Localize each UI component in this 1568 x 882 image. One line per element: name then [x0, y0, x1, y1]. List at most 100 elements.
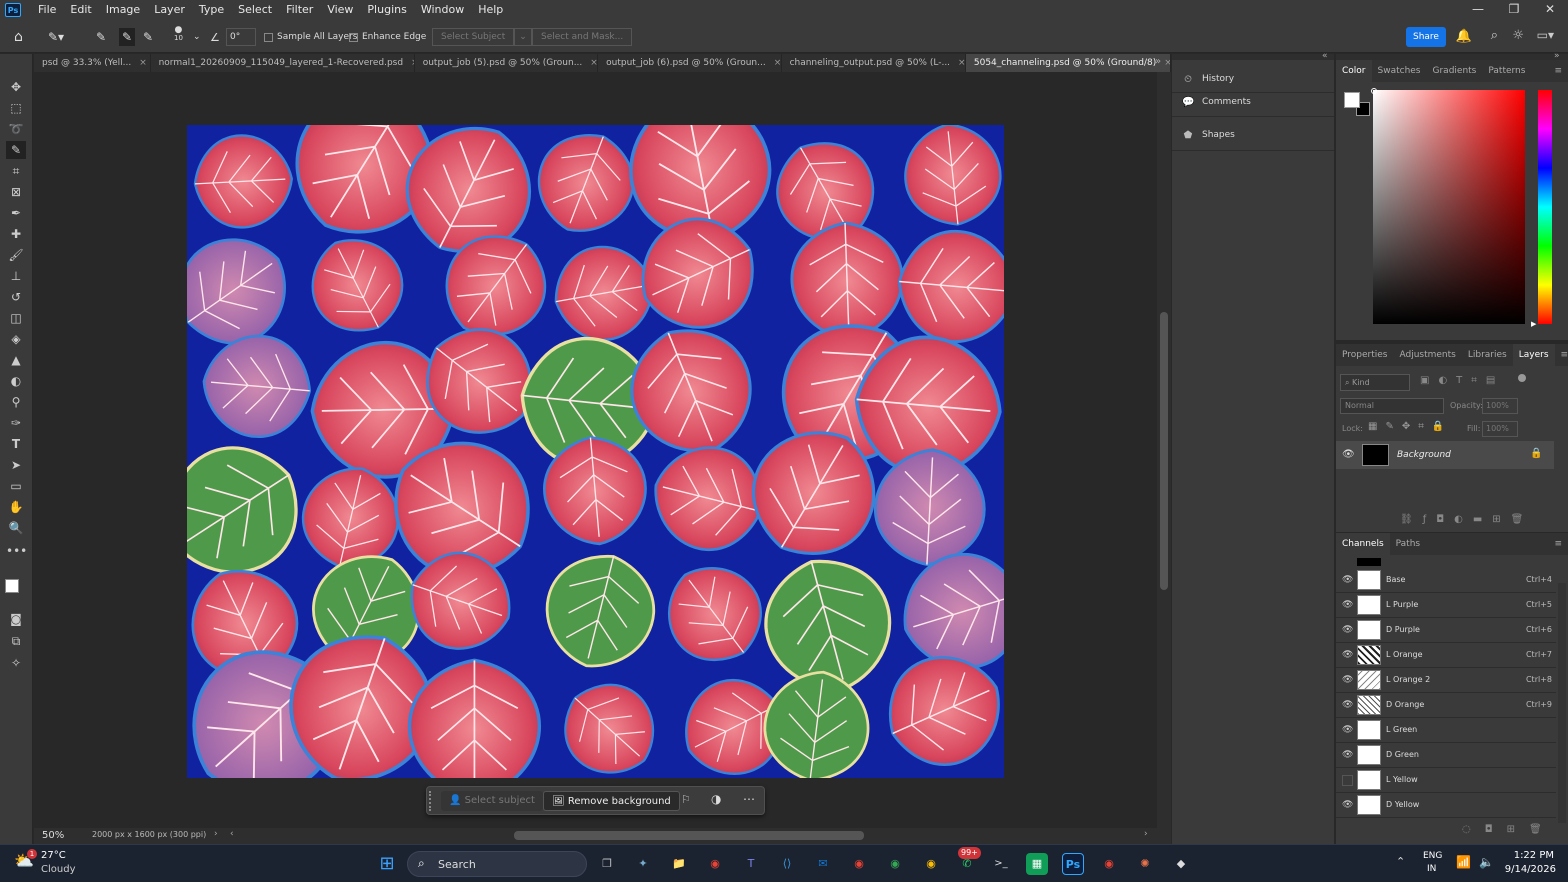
layer-row-background[interactable]: 👁 Background 🔒: [1336, 441, 1554, 469]
menu-image[interactable]: Image: [99, 0, 147, 20]
dodge-tool-icon[interactable]: ◐: [6, 372, 26, 390]
healing-brush-icon[interactable]: ✚: [6, 225, 26, 243]
menu-file[interactable]: File: [31, 0, 63, 20]
layers-footer-icons[interactable]: ⛓ƒ◘◐▬⊞🗑: [1400, 514, 1533, 525]
blur-tool-icon[interactable]: ▲: [6, 351, 26, 369]
terminal-icon[interactable]: >_: [990, 853, 1012, 875]
crop-tool-icon[interactable]: ⌗: [6, 162, 26, 180]
select-and-mask-button[interactable]: Select and Mask...: [532, 28, 633, 46]
home-icon[interactable]: ⌂: [14, 28, 23, 46]
tab-properties[interactable]: Properties: [1336, 344, 1393, 366]
remove-background-button[interactable]: 🖼 Remove background: [543, 791, 680, 811]
menu-filter[interactable]: Filter: [279, 0, 320, 20]
clock-date[interactable]: 9/14/2026: [1505, 864, 1556, 875]
close-tab-icon[interactable]: ×: [774, 58, 781, 68]
channels-scrollbar[interactable]: [1558, 583, 1566, 823]
close-tab-icon[interactable]: ×: [1164, 58, 1170, 68]
tab-channels[interactable]: Channels: [1336, 533, 1390, 555]
tab-color[interactable]: Color: [1336, 60, 1372, 82]
more-tools-icon[interactable]: •••: [6, 542, 27, 560]
channel-row-l-orange-2[interactable]: 👁 L Orange 2 Ctrl+8: [1336, 668, 1556, 693]
color-picker-cursor[interactable]: [1371, 88, 1377, 94]
channel-row-d-yellow[interactable]: 👁 D Yellow: [1336, 793, 1556, 818]
type-tool-icon[interactable]: T: [6, 435, 26, 453]
menu-view[interactable]: View: [320, 0, 360, 20]
workspace-icon[interactable]: ▭▾: [1537, 28, 1554, 42]
eye-icon[interactable]: 👁: [1342, 449, 1355, 460]
enhance-edge-checkbox[interactable]: Enhance Edge: [349, 28, 426, 46]
tab-document-1[interactable]: psd @ 33.3% (Yell... ×: [34, 54, 151, 72]
foreground-color-chip[interactable]: [1344, 92, 1360, 108]
brush-size-picker[interactable]: ● 10: [174, 26, 183, 44]
pen-tool-icon[interactable]: ✑: [6, 414, 26, 432]
eye-icon[interactable]: 👁: [1342, 800, 1353, 811]
restore-button[interactable]: ❐: [1496, 0, 1532, 20]
rectangle-tool-icon[interactable]: ▭: [6, 477, 26, 495]
menu-window[interactable]: Window: [414, 0, 471, 20]
comments-panel-button[interactable]: 💬 Comments: [1182, 97, 1251, 108]
more-options-icon[interactable]: ⋯: [743, 792, 755, 806]
lock-icons[interactable]: ▦✎✥⌗🔒: [1368, 421, 1452, 432]
zoom-level[interactable]: 50%: [42, 830, 64, 841]
outlook-icon[interactable]: ✉: [812, 853, 834, 875]
close-tab-icon[interactable]: ×: [139, 58, 147, 68]
windows-start-icon[interactable]: ⊞: [376, 853, 398, 875]
layer-filter-dropdown[interactable]: ⌕ Kind: [1340, 374, 1410, 391]
opacity-input[interactable]: 100%: [1482, 398, 1518, 414]
select-subject-dropdown-icon[interactable]: ⌄: [514, 28, 532, 46]
hand-tool-icon[interactable]: ✋: [6, 498, 26, 516]
clock-time[interactable]: 1:22 PM: [1514, 850, 1554, 861]
weather-temp[interactable]: 27°C: [41, 850, 66, 861]
drag-handle-icon[interactable]: [429, 791, 433, 811]
eye-icon[interactable]: 👁: [1342, 750, 1353, 761]
lasso-tool-icon[interactable]: ➰: [6, 120, 26, 138]
claude-icon[interactable]: ✺: [1134, 853, 1156, 875]
tab-swatches[interactable]: Swatches: [1372, 60, 1427, 82]
chrome-profile-3-icon[interactable]: ◉: [920, 853, 942, 875]
eye-icon[interactable]: 👁: [1342, 675, 1353, 686]
quick-selection-preset-icon[interactable]: ✎▾: [48, 28, 64, 46]
eye-icon[interactable]: 👁: [1342, 575, 1353, 586]
channel-row-l-yellow[interactable]: · L Yellow: [1336, 768, 1556, 793]
menu-layer[interactable]: Layer: [147, 0, 192, 20]
brush-dropdown-icon[interactable]: ⌄: [193, 28, 201, 46]
taskbar-search-box[interactable]: ⌕ Search: [407, 851, 587, 877]
tab-libraries[interactable]: Libraries: [1462, 344, 1513, 366]
eye-icon[interactable]: 👁: [1342, 700, 1353, 711]
copilot-icon[interactable]: ✦: [632, 853, 654, 875]
tab-document-5[interactable]: channeling_output.psd @ 50% (L-... ×: [781, 54, 966, 72]
move-tool-icon[interactable]: ✥: [6, 78, 26, 96]
adjustment-icon[interactable]: ◑: [711, 792, 721, 806]
close-tab-icon[interactable]: ×: [958, 58, 965, 68]
quick-selection-tool-icon[interactable]: ✎: [6, 141, 26, 159]
tab-layers[interactable]: Layers: [1512, 344, 1555, 366]
eye-icon[interactable]: 👁: [1342, 725, 1353, 736]
language-top[interactable]: ENG: [1423, 851, 1442, 861]
volume-icon[interactable]: 🔈: [1479, 855, 1494, 869]
channel-row-d-orange[interactable]: 👁 D Orange Ctrl+9: [1336, 693, 1556, 718]
menu-help[interactable]: Help: [471, 0, 510, 20]
subtract-selection-icon[interactable]: ✎: [143, 28, 153, 46]
sheets-icon[interactable]: ▦: [1026, 853, 1048, 875]
menu-select[interactable]: Select: [231, 0, 279, 20]
hue-slider-handle-icon[interactable]: ▶: [1531, 320, 1536, 328]
eye-icon[interactable]: 👁: [1342, 650, 1353, 661]
add-to-selection-icon[interactable]: ✎: [119, 28, 136, 46]
blend-mode-dropdown[interactable]: Normal: [1340, 398, 1444, 414]
light-bulb-icon[interactable]: ☼: [1512, 28, 1524, 43]
eye-icon[interactable]: 👁: [1342, 600, 1353, 611]
eyedropper-tool-icon[interactable]: ✒: [6, 204, 26, 222]
chrome-icon[interactable]: ◉: [704, 853, 726, 875]
menu-edit[interactable]: Edit: [63, 0, 98, 20]
tab-patterns[interactable]: Patterns: [1482, 60, 1531, 82]
tab-document-2[interactable]: normal1_20260909_115049_layered_1-Recove…: [150, 54, 415, 72]
photoshop-taskbar-icon[interactable]: Ps: [1062, 853, 1084, 875]
paint-bucket-icon[interactable]: ◈: [6, 330, 26, 348]
weather-desc[interactable]: Cloudy: [41, 864, 75, 875]
info-chevron-icon[interactable]: ›: [214, 829, 218, 839]
minimize-button[interactable]: —: [1460, 0, 1496, 20]
eraser-tool-icon[interactable]: ◫: [6, 309, 26, 327]
angle-input[interactable]: 0°: [226, 28, 256, 46]
hue-slider[interactable]: [1538, 90, 1552, 324]
chrome-profile-4-icon[interactable]: ◉: [1098, 853, 1120, 875]
